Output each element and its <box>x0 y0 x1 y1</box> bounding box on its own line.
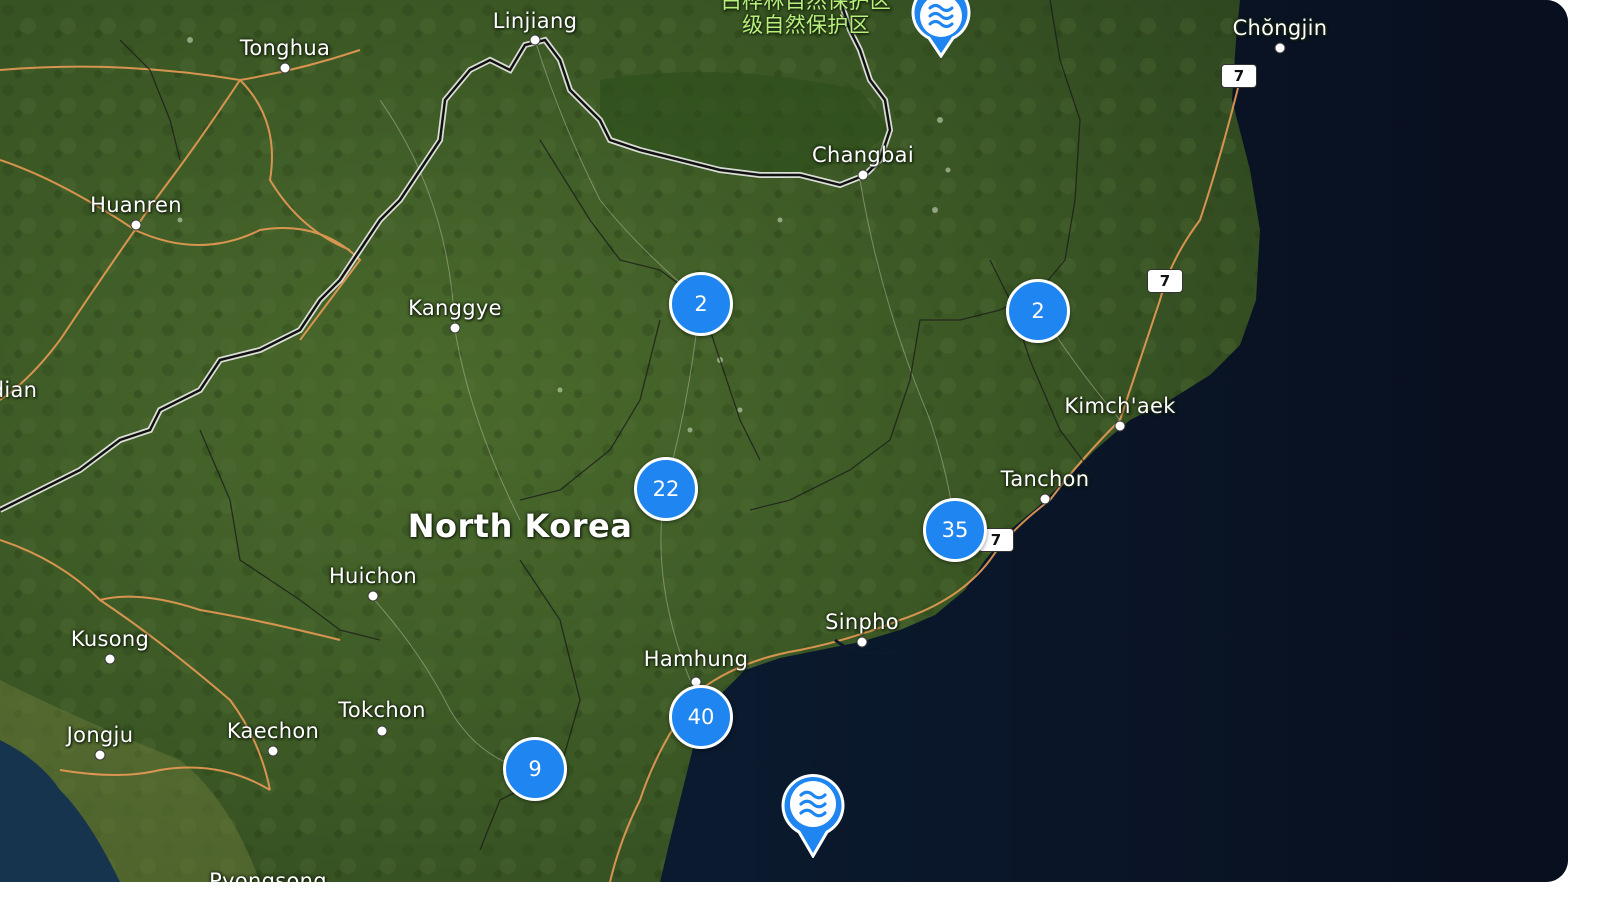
place-label-hamhung: Hamhung <box>643 647 749 671</box>
nature-reserve-label-line1: 白桦林自然保护区 <box>720 0 892 13</box>
place-dot-kimchaek <box>1114 420 1126 432</box>
nature-reserve-label-line2: 级自然保护区 <box>742 13 870 37</box>
place-dot-sinpho <box>856 636 868 648</box>
cluster-marker[interactable]: 22 <box>634 457 698 521</box>
country-label-north-korea: North Korea <box>407 507 633 545</box>
cluster-marker[interactable]: 40 <box>669 685 733 749</box>
place-dot-kanggye <box>449 322 461 334</box>
place-dot-tanchon <box>1039 493 1051 505</box>
nature-reserve-label: 白桦林自然保护区 级自然保护区 <box>721 0 891 37</box>
place-label-linjiang: Linjiang <box>492 9 578 33</box>
place-dot-tokchon <box>376 725 388 737</box>
place-label-dian: dian <box>0 378 38 402</box>
place-dot-linjiang <box>529 34 541 46</box>
place-dot-jongju <box>94 749 106 761</box>
road-shield-7: 7 <box>1221 64 1257 88</box>
place-dot-chongjin <box>1274 42 1286 54</box>
place-label-huichon: Huichon <box>328 564 418 588</box>
cluster-marker[interactable]: 2 <box>669 272 733 336</box>
place-label-tokchon: Tokchon <box>338 698 426 722</box>
place-label-chongjin: Chŏngjin <box>1232 16 1328 40</box>
water-waves-icon <box>911 0 971 59</box>
place-label-jongju: Jongju <box>66 723 134 747</box>
place-label-kimchaek: Kimch'aek <box>1064 394 1176 418</box>
place-label-kanggye: Kanggye <box>408 296 502 320</box>
place-dot-huanren <box>130 219 142 231</box>
place-label-pyongsong: Pyongsong <box>209 869 327 882</box>
place-dot-changbai <box>857 169 869 181</box>
satellite-map[interactable]: 白桦林自然保护区 级自然保护区 North Korea Linjiang Ton… <box>0 0 1568 882</box>
place-label-tonghua: Tonghua <box>239 36 331 60</box>
place-label-changbai: Changbai <box>812 143 914 167</box>
place-label-kusong: Kusong <box>70 627 150 651</box>
cluster-marker[interactable]: 35 <box>923 498 987 562</box>
place-dot-huichon <box>367 590 379 602</box>
place-dot-tonghua <box>279 62 291 74</box>
place-dot-kaechon <box>267 745 279 757</box>
place-label-huanren: Huanren <box>90 193 182 217</box>
cluster-marker[interactable]: 9 <box>503 737 567 801</box>
place-label-sinpho: Sinpho <box>825 610 899 634</box>
water-waves-icon <box>781 774 845 859</box>
water-pin[interactable] <box>911 0 971 62</box>
place-dot-kusong <box>104 653 116 665</box>
place-label-kaechon: Kaechon <box>226 719 320 743</box>
road-shield-7: 7 <box>1147 269 1183 293</box>
map-terrain <box>0 0 1568 882</box>
cluster-marker[interactable]: 2 <box>1006 279 1070 343</box>
place-label-tanchon: Tanchon <box>1000 467 1090 491</box>
water-pin[interactable] <box>781 772 845 862</box>
